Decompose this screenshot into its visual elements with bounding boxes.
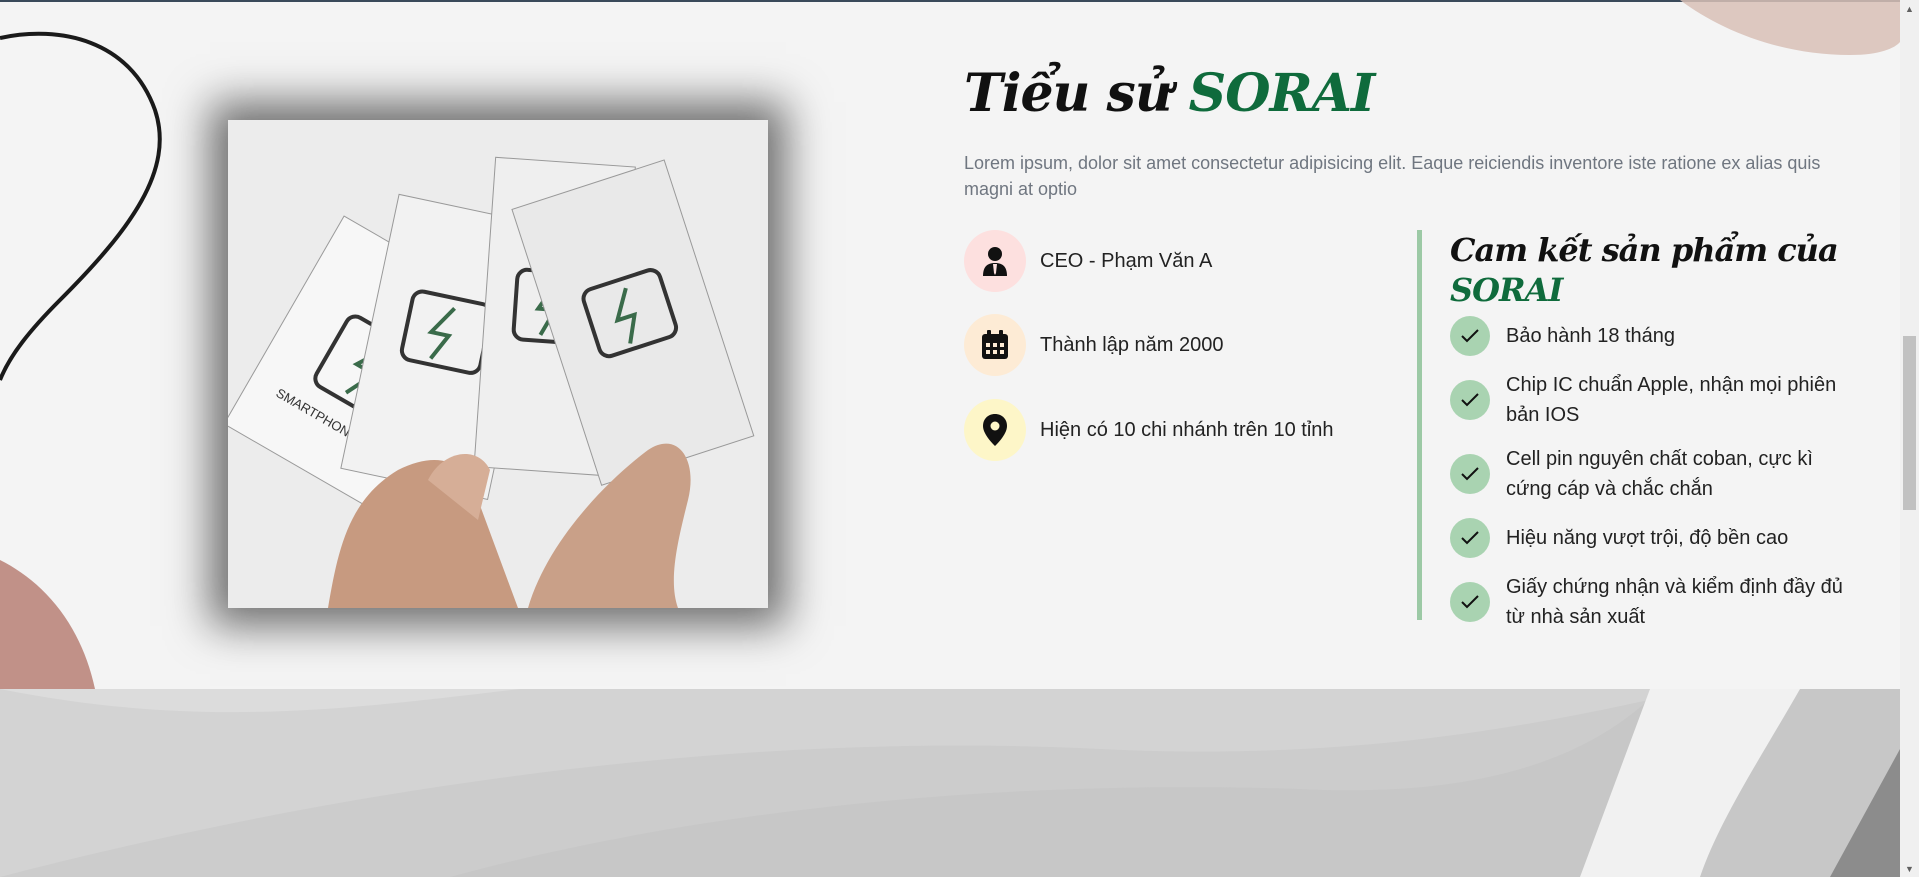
info-item-founded: Thành lập năm 2000 bbox=[964, 314, 1223, 376]
battery-boxes-image: SMARTPHONE BATTERY bbox=[228, 120, 768, 608]
commitment-item-text: Hiệu năng vượt trội, độ bền cao bbox=[1506, 527, 1789, 549]
check-icon bbox=[1450, 316, 1490, 356]
about-description: Lorem ipsum, dolor sit amet consectetur … bbox=[964, 153, 1821, 199]
commitment-item: Giấy chứng nhận và kiểm định đầy đủ từ n… bbox=[1450, 572, 1847, 632]
commitment-item: Chip IC chuẩn Apple, nhận mọi phiên bản … bbox=[1450, 370, 1847, 430]
product-photo: SMARTPHONE BATTERY bbox=[228, 120, 768, 608]
info-item-ceo: CEO - Phạm Văn A bbox=[964, 230, 1212, 292]
commitment-title: Cam kết sản phẩm của SORAI bbox=[1450, 230, 1847, 310]
check-icon bbox=[1450, 454, 1490, 494]
info-text-founded: Thành lập năm 2000 bbox=[1040, 333, 1224, 356]
commitment-brand: SORAI bbox=[1450, 271, 1563, 309]
check-icon bbox=[1450, 380, 1490, 420]
commitment-item-text: Chip IC chuẩn Apple, nhận mọi phiên bản … bbox=[1506, 374, 1837, 426]
vertical-scrollbar[interactable]: ▲ ▼ bbox=[1900, 0, 1919, 877]
calendar-icon bbox=[964, 314, 1026, 376]
commitment-item: Hiệu năng vượt trội, độ bền cao bbox=[1450, 518, 1847, 558]
about-title-brand: SORAI bbox=[1188, 63, 1376, 124]
commitment-item-text: Cell pin nguyên chất coban, cực kì cứng … bbox=[1506, 448, 1813, 500]
commitment-item-text: Giấy chứng nhận và kiểm định đầy đủ từ n… bbox=[1506, 576, 1843, 628]
about-title-prefix: Tiểu sử bbox=[964, 63, 1173, 124]
scroll-up-arrow-icon[interactable]: ▲ bbox=[1900, 0, 1919, 17]
user-tie-icon bbox=[964, 230, 1026, 292]
commitment-title-text: Cam kết sản phẩm của bbox=[1450, 231, 1839, 269]
commitment-item: Cell pin nguyên chất coban, cực kì cứng … bbox=[1450, 444, 1847, 504]
commitment-item: Bảo hành 18 tháng bbox=[1450, 316, 1847, 356]
info-text-ceo: CEO - Phạm Văn A bbox=[1040, 249, 1213, 272]
abstract-background bbox=[0, 689, 1900, 877]
about-title: Tiểu sử SORAI bbox=[964, 62, 1376, 126]
about-section: SMARTPHONE BATTERY Tiểu sử SORAI Lorem i… bbox=[0, 0, 1900, 689]
next-section-background bbox=[0, 689, 1900, 877]
commitment-item-text: Bảo hành 18 tháng bbox=[1506, 325, 1676, 347]
info-text-branches: Hiện có 10 chi nhánh trên 10 tỉnh bbox=[1040, 418, 1334, 441]
scroll-down-arrow-icon[interactable]: ▼ bbox=[1900, 860, 1919, 877]
check-icon bbox=[1450, 582, 1490, 622]
map-pin-icon bbox=[964, 399, 1026, 461]
info-item-branches: Hiện có 10 chi nhánh trên 10 tỉnh bbox=[964, 399, 1334, 461]
check-icon bbox=[1450, 518, 1490, 558]
commitment-panel: Cam kết sản phẩm của SORAI Bảo hành 18 t… bbox=[1417, 230, 1847, 628]
scrollbar-thumb[interactable] bbox=[1903, 336, 1916, 510]
commitment-list: Bảo hành 18 tháng Chip IC chuẩn Apple, n… bbox=[1450, 316, 1847, 632]
